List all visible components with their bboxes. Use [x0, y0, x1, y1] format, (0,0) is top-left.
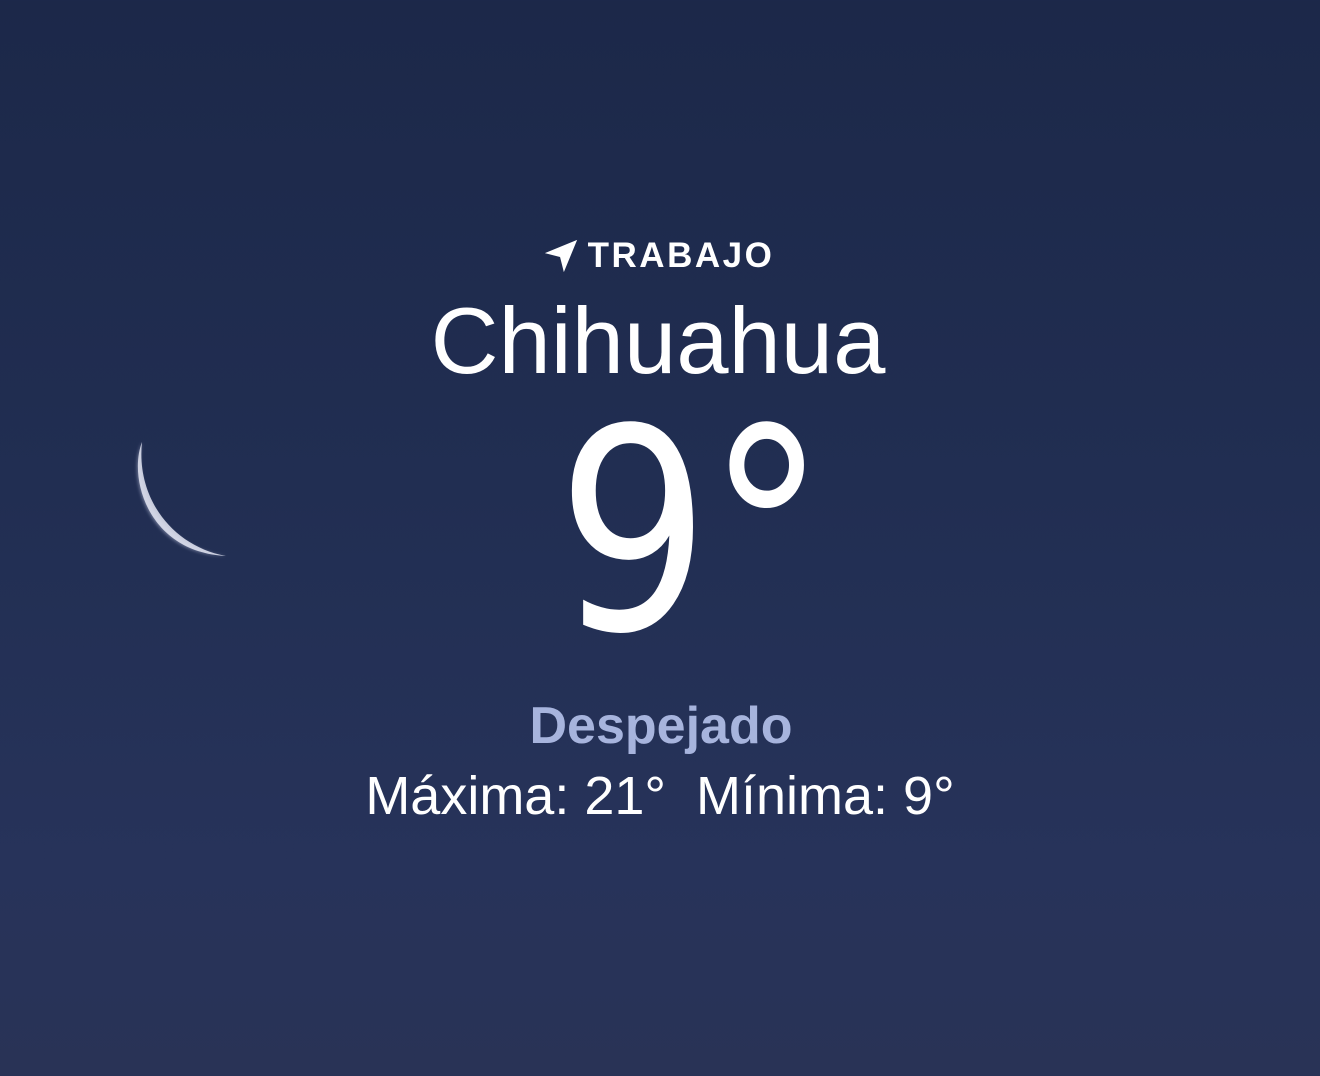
high-temperature: Máxima: 21°: [365, 766, 667, 826]
weather-condition: Despejado: [529, 697, 793, 755]
location-arrow-icon: [544, 239, 577, 273]
location-label: TRABAJO: [587, 236, 775, 275]
location-header[interactable]: TRABAJO: [0, 232, 1320, 280]
low-temperature: Mínima: 9°: [696, 766, 955, 826]
high-low-temperatures: Máxima: 21° Mínima: 9°: [0, 762, 1320, 830]
temperature-container: 9°: [0, 370, 1320, 696]
current-temperature: 9°: [556, 370, 827, 696]
weather-screen: { "location": { "icon": "location-arrow-…: [0, 0, 1320, 1076]
